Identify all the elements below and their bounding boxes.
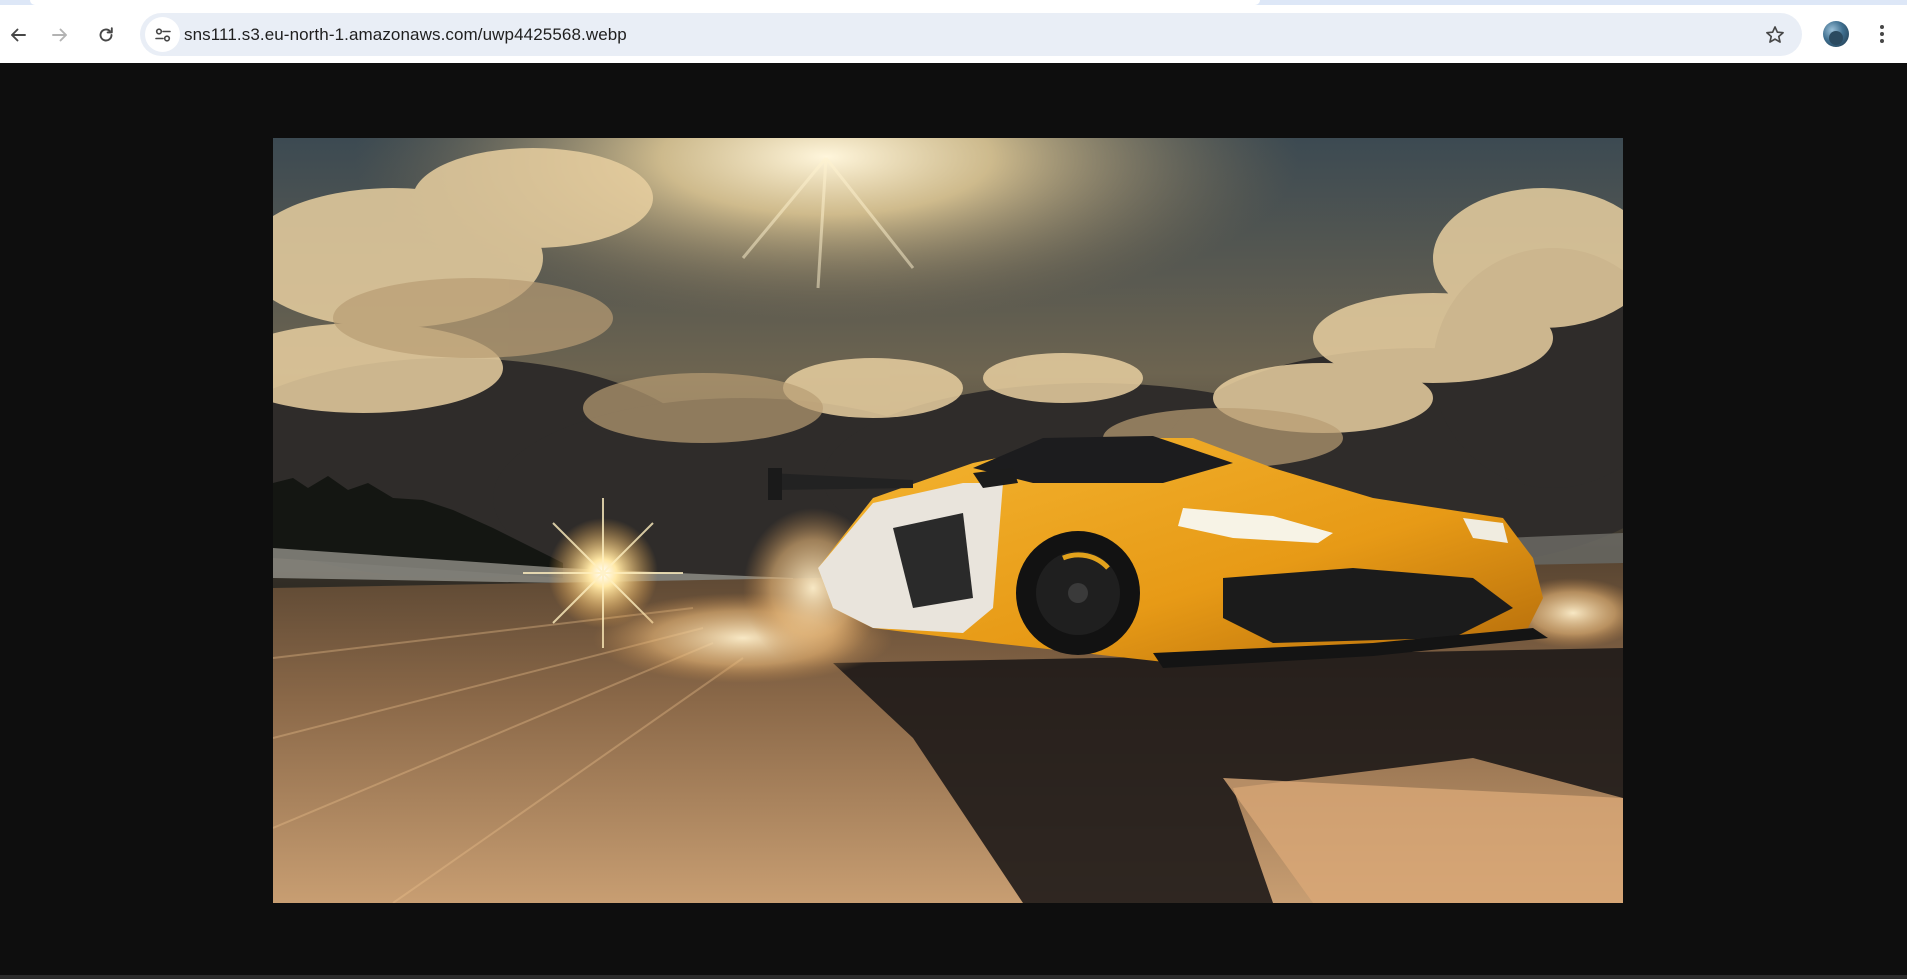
tune-icon — [154, 27, 171, 42]
bookmark-button[interactable] — [1757, 17, 1792, 52]
displayed-image[interactable] — [273, 138, 1623, 903]
url-text[interactable]: sns111.s3.eu-north-1.amazonaws.com/uwp44… — [184, 13, 627, 56]
site-info-button[interactable] — [145, 17, 180, 52]
image-viewer — [0, 63, 1907, 975]
car-photo — [273, 138, 1623, 903]
reload-button[interactable] — [88, 17, 124, 53]
browser-toolbar: sns111.s3.eu-north-1.amazonaws.com/uwp44… — [0, 5, 1907, 63]
window-bottom-edge — [0, 975, 1907, 979]
forward-button[interactable] — [42, 17, 78, 53]
address-bar[interactable]: sns111.s3.eu-north-1.amazonaws.com/uwp44… — [140, 13, 1802, 56]
arrow-left-icon — [11, 28, 26, 42]
back-button[interactable] — [0, 17, 36, 53]
arrow-right-icon — [52, 28, 67, 42]
three-dots-vertical-icon — [1880, 25, 1884, 29]
reload-icon — [99, 27, 113, 42]
browser-window: sns111.s3.eu-north-1.amazonaws.com/uwp44… — [0, 0, 1907, 979]
star-outline-icon — [1765, 25, 1784, 43]
profile-avatar[interactable] — [1823, 21, 1849, 47]
browser-menu-button[interactable] — [1867, 19, 1897, 49]
